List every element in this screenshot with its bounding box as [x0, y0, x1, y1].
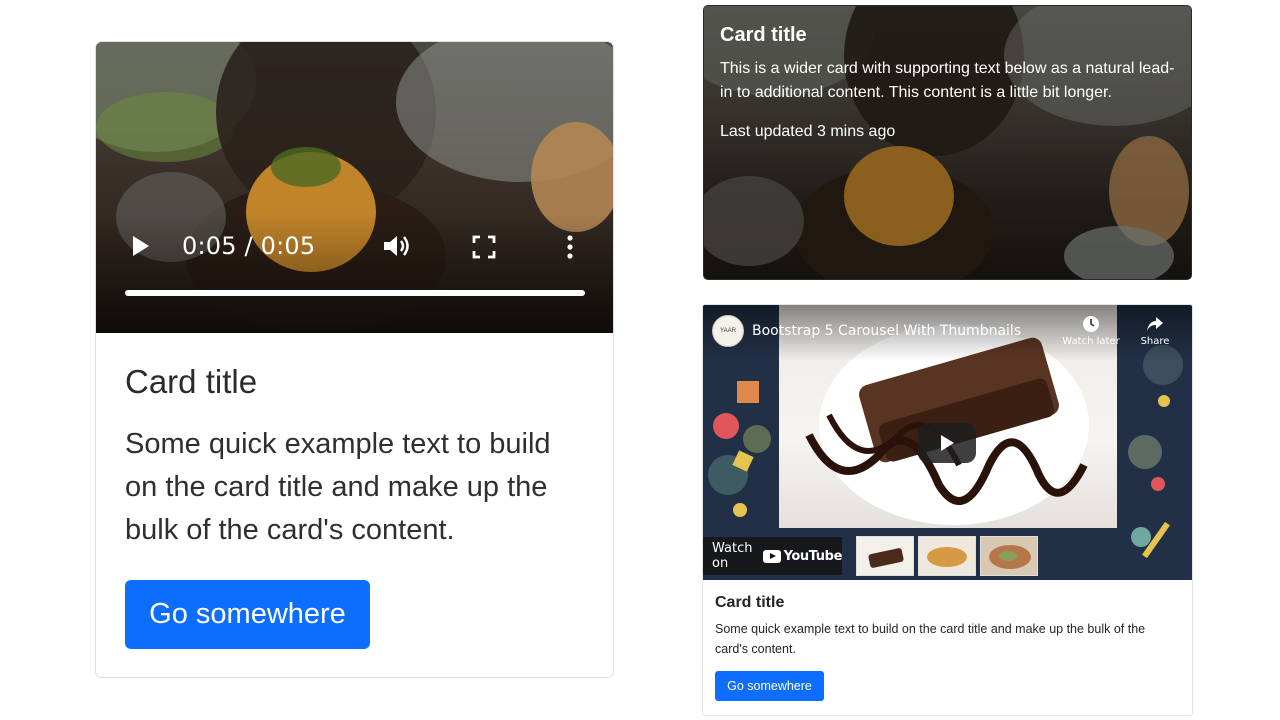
last-updated-text: Last updated 3 mins ago	[720, 123, 896, 140]
video-player[interactable]: 0:05 / 0:05	[96, 42, 613, 333]
progress-bar[interactable]	[125, 290, 585, 296]
card-title: Card title	[720, 24, 807, 46]
more-options-icon[interactable]	[565, 234, 575, 260]
share-label: Share	[1140, 336, 1170, 347]
decor-shape	[743, 425, 771, 453]
decor-shape	[737, 381, 759, 403]
channel-avatar[interactable]: YAAR	[712, 315, 744, 347]
volume-icon[interactable]	[382, 233, 412, 259]
fullscreen-icon[interactable]	[472, 235, 496, 259]
watch-on-label: Watch on	[712, 541, 753, 571]
watch-later-label: Watch later	[1062, 336, 1120, 347]
thumbnail-salad[interactable]	[980, 536, 1038, 576]
video-card: 0:05 / 0:05 Card title Some quick exampl…	[95, 41, 614, 678]
thumbnail-fries[interactable]	[918, 536, 976, 576]
youtube-card: YAAR Bootstrap 5 Carousel With Thumbnail…	[702, 304, 1193, 716]
decor-shape	[1158, 395, 1170, 407]
play-icon	[941, 435, 954, 451]
card-title: Card title	[715, 594, 785, 611]
decor-shape	[1128, 435, 1162, 469]
card-text: Some quick example text to build on the …	[125, 428, 551, 546]
decor-shape	[713, 413, 739, 439]
watch-on-youtube-link[interactable]: Watch on YouTube	[703, 537, 842, 575]
play-icon[interactable]	[131, 234, 151, 258]
clock-icon	[1083, 316, 1099, 332]
card-title: Card title	[125, 363, 258, 400]
decor-shape	[733, 503, 747, 517]
decor-shape	[1151, 477, 1165, 491]
card-text: Some quick example text to build on the …	[715, 622, 1146, 656]
thumbnail-cake[interactable]	[856, 536, 914, 576]
share-icon	[1147, 317, 1163, 331]
watch-later-button[interactable]: Watch later	[1061, 315, 1121, 347]
youtube-play-button[interactable]	[918, 423, 976, 463]
youtube-logo: YouTube	[762, 549, 842, 564]
go-somewhere-button[interactable]: Go somewhere	[715, 671, 824, 701]
controls-gradient	[96, 213, 613, 333]
youtube-embed[interactable]: YAAR Bootstrap 5 Carousel With Thumbnail…	[703, 305, 1192, 580]
video-time: 0:05 / 0:05	[182, 232, 316, 260]
share-button[interactable]: Share	[1137, 315, 1173, 347]
video-title-link[interactable]: Bootstrap 5 Carousel With Thumbnails	[752, 323, 1021, 339]
youtube-logo-icon	[762, 549, 781, 563]
image-overlay-card: Card title This is a wider card with sup…	[703, 5, 1192, 280]
go-somewhere-button[interactable]: Go somewhere	[125, 580, 370, 649]
card-text: This is a wider card with supporting tex…	[720, 60, 1175, 101]
